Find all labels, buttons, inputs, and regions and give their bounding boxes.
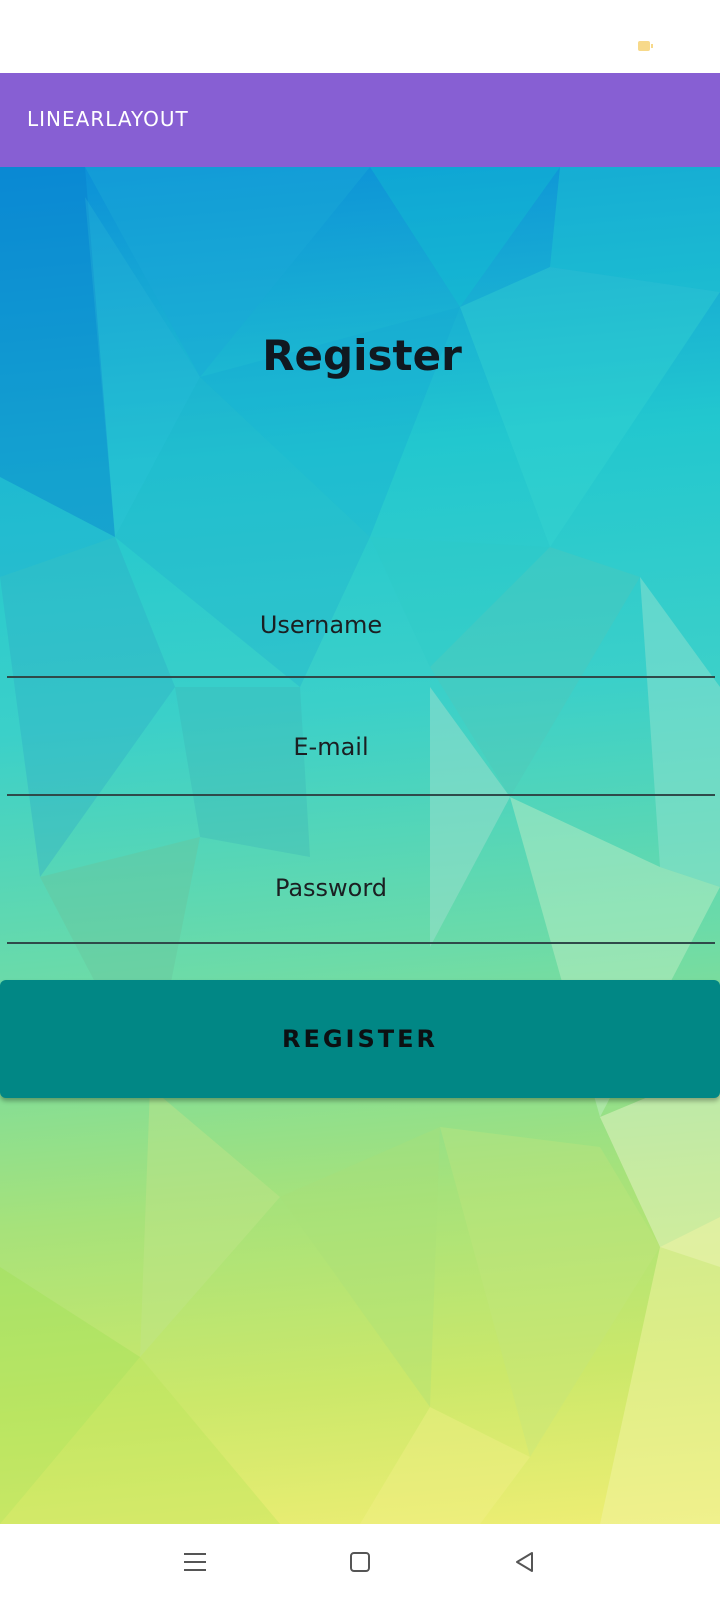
menu-icon[interactable] (175, 1542, 215, 1582)
app-bar: LINEARLAYOUT (0, 73, 720, 167)
back-icon[interactable] (505, 1542, 545, 1582)
register-screen: Register REGISTER (0, 167, 720, 1524)
password-field-container (7, 845, 715, 944)
status-bar (0, 0, 720, 73)
home-icon[interactable] (340, 1542, 380, 1582)
username-input[interactable] (7, 585, 715, 678)
app-title: LINEARLAYOUT (27, 107, 189, 131)
email-input[interactable] (7, 712, 715, 796)
register-button[interactable]: REGISTER (0, 980, 720, 1098)
system-nav-bar (0, 1524, 720, 1600)
password-input[interactable] (7, 845, 715, 944)
username-field-container (7, 585, 715, 678)
battery-icon (638, 41, 653, 51)
register-title: Register (262, 331, 462, 380)
email-field-container (7, 712, 715, 796)
